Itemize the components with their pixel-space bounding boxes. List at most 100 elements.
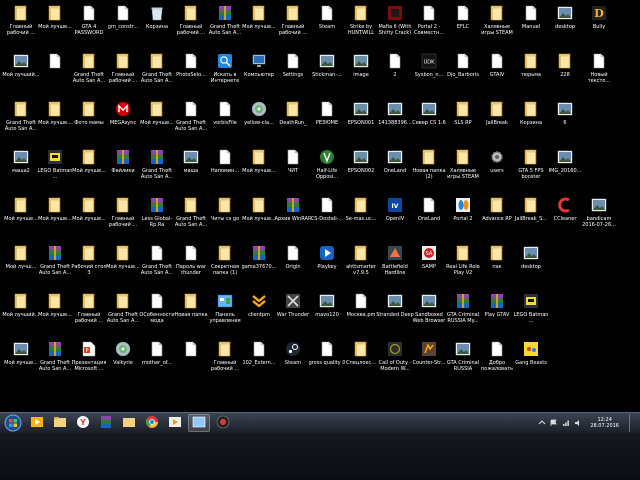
desktop-icon[interactable]: mavo120: [310, 290, 344, 336]
desktop-icon[interactable]: GTAIV: [480, 50, 514, 96]
desktop-icon[interactable]: 2: [378, 50, 412, 96]
desktop-icon[interactable]: MEGAsync: [106, 98, 140, 144]
desktop-icon[interactable]: Мой лучше...: [106, 242, 140, 288]
clock[interactable]: 12:24 28.07.2016: [590, 417, 619, 429]
desktop-icon[interactable]: ahttsmarter v7.9.5: [344, 242, 378, 288]
desktop-icon[interactable]: Battlefield Hardline: [378, 242, 412, 288]
desktop-icon[interactable]: Мой лучше...: [38, 2, 72, 48]
desktop-icon[interactable]: Grand Theft Auto San A...: [38, 338, 72, 384]
desktop-icon[interactable]: Playkey: [310, 242, 344, 288]
desktop-icon[interactable]: image: [344, 50, 378, 96]
desktop-icon[interactable]: OneLand: [412, 194, 446, 240]
desktop-icon[interactable]: 6: [548, 98, 582, 144]
taskbar-explorer-button[interactable]: [50, 415, 70, 431]
desktop-icon[interactable]: PhotoSelo...: [174, 50, 208, 96]
desktop-icon[interactable]: desktop: [548, 2, 582, 48]
taskbar-media-player-button[interactable]: [27, 415, 47, 431]
desktop-icon[interactable]: LEGO Batman ...: [38, 146, 72, 192]
desktop-icon[interactable]: Grand Theft Auto San A...: [106, 290, 140, 336]
desktop-icon[interactable]: Новая папка: [174, 290, 208, 336]
start-button[interactable]: [2, 414, 24, 432]
desktop-icon[interactable]: пак: [480, 242, 514, 288]
desktop-icon[interactable]: Напомин...: [208, 146, 242, 192]
network-icon[interactable]: [562, 419, 570, 427]
desktop-icon[interactable]: Less Global-Rp.Ra: [140, 194, 174, 240]
desktop-icon[interactable]: Главный рабочий ...: [72, 290, 106, 336]
desktop-icon[interactable]: Компьютер: [242, 50, 276, 96]
desktop-icon[interactable]: Корзина: [140, 2, 174, 48]
desktop-icon[interactable]: Steam: [276, 338, 310, 384]
desktop-icon[interactable]: Халявные игры STEAM: [446, 146, 480, 192]
desktop-icon[interactable]: EPSON001: [344, 98, 378, 144]
desktop-icon[interactable]: РЕЗЮМЕ: [310, 98, 344, 144]
desktop-icon[interactable]: SLS RP: [446, 98, 480, 144]
desktop-icon[interactable]: Новая папка (2): [412, 146, 446, 192]
show-desktop-button[interactable]: [629, 414, 636, 432]
desktop-icon[interactable]: yellow-cla...: [242, 98, 276, 144]
desktop-icon[interactable]: Мой лучше...: [72, 146, 106, 192]
volume-icon[interactable]: [574, 419, 582, 427]
desktop-icon[interactable]: Добро пожаловать: [480, 338, 514, 384]
desktop-icon[interactable]: Мой лучш...: [4, 242, 38, 288]
desktop-icon[interactable]: Главный рабочий ...: [106, 194, 140, 240]
desktop-icon[interactable]: clientpm: [242, 290, 276, 336]
desktop-icon[interactable]: Grand Theft Auto San A...: [4, 98, 38, 144]
desktop-icon[interactable]: Новый тексто...: [582, 50, 616, 96]
desktop-icon[interactable]: Север CS 1.6: [412, 98, 446, 144]
desktop-icon[interactable]: gm_constr...: [106, 2, 140, 48]
desktop-icon[interactable]: Grand Theft Auto San A...: [140, 50, 174, 96]
desktop-icon[interactable]: Рабочий стол 3: [71, 242, 107, 288]
desktop-icon[interactable]: DeathRun_: [276, 98, 310, 144]
desktop-icon[interactable]: EPSON002: [344, 146, 378, 192]
taskbar-chrome-button[interactable]: [142, 415, 162, 431]
desktop-icon[interactable]: [174, 338, 208, 384]
desktop-icon[interactable]: Stranded Deep: [376, 290, 414, 336]
desktop-icon[interactable]: Искать в Интернете: [208, 50, 242, 96]
desktop-icon[interactable]: Sandboxed Web Browser: [412, 290, 446, 336]
desktop-icon[interactable]: Gang Beasts: [514, 338, 548, 384]
desktop-icon[interactable]: Strike by HUNTWILL: [344, 2, 378, 48]
desktop-icon[interactable]: Мой лучше...: [140, 98, 174, 144]
desktop-icon[interactable]: Файлики: [106, 146, 140, 192]
desktop-icon[interactable]: Мой лучше...: [242, 146, 276, 192]
desktop-icon[interactable]: Grand Theft Auto San A...: [174, 194, 208, 240]
desktop-icon[interactable]: Advance RP: [480, 194, 514, 240]
desktop-icon[interactable]: IMG_20160...: [548, 146, 582, 192]
desktop-icon[interactable]: SA SAMP: [412, 242, 446, 288]
desktop-icon[interactable]: Архив WinRAR: [275, 194, 311, 240]
desktop-icon[interactable]: desktop: [514, 242, 548, 288]
desktop-icon[interactable]: Grand Theft Auto San A...: [208, 2, 242, 48]
desktop-icon[interactable]: UDK Sysbon_n...: [412, 50, 446, 96]
desktop-icon[interactable]: Settings: [276, 50, 310, 96]
desktop-icon[interactable]: War Thunder: [276, 290, 310, 336]
desktop-icon[interactable]: 102_Extern...: [242, 338, 276, 384]
flag-icon[interactable]: [550, 419, 558, 427]
desktop-icon[interactable]: Portal 2: [446, 194, 480, 240]
taskbar-winrar-button[interactable]: [96, 415, 116, 431]
desktop-icon[interactable]: Stickman-...: [310, 50, 344, 96]
desktop-icon[interactable]: ЧИТ: [276, 146, 310, 192]
desktop-icon[interactable]: Origin: [276, 242, 310, 288]
desktop-icon[interactable]: Half-Life Opposi...: [310, 146, 344, 192]
desktop-icon[interactable]: vorbisFile: [208, 98, 242, 144]
taskbar-media-player-2-button[interactable]: [165, 415, 185, 431]
desktop-icon[interactable]: Counter-Str...: [412, 338, 446, 384]
desktop-icon[interactable]: тюрьма: [514, 50, 548, 96]
desktop-icon[interactable]: Мой лучше...: [38, 194, 72, 240]
desktop-icon[interactable]: Grand Theft Auto San A...: [140, 242, 174, 288]
desktop-icon[interactable]: Мой лучше...: [72, 194, 106, 240]
desktop-icon[interactable]: Play GTAV: [480, 290, 514, 336]
desktop-icon[interactable]: GTA Criminal RUSSIA My...: [446, 290, 480, 336]
desktop-icon[interactable]: Мой лучше...: [242, 194, 276, 240]
desktop-icon[interactable]: JailBreak_S...: [514, 194, 548, 240]
taskbar-record-button[interactable]: [213, 415, 233, 431]
tray-arrow-icon[interactable]: [538, 419, 546, 427]
desktop-icon[interactable]: Главный рабочий ...: [208, 338, 242, 384]
desktop-icon[interactable]: Grand Theft Auto San A...: [140, 146, 174, 192]
desktop-icon[interactable]: Читы cs go: [208, 194, 242, 240]
desktop-icon[interactable]: Grand Theft Auto San A...: [38, 242, 72, 288]
desktop-icon[interactable]: Главный рабочий ...: [174, 2, 208, 48]
desktop-icon[interactable]: EFLC: [446, 2, 480, 48]
desktop-icon[interactable]: Мой лучше...: [4, 338, 38, 384]
taskbar-window-button[interactable]: [188, 414, 210, 432]
